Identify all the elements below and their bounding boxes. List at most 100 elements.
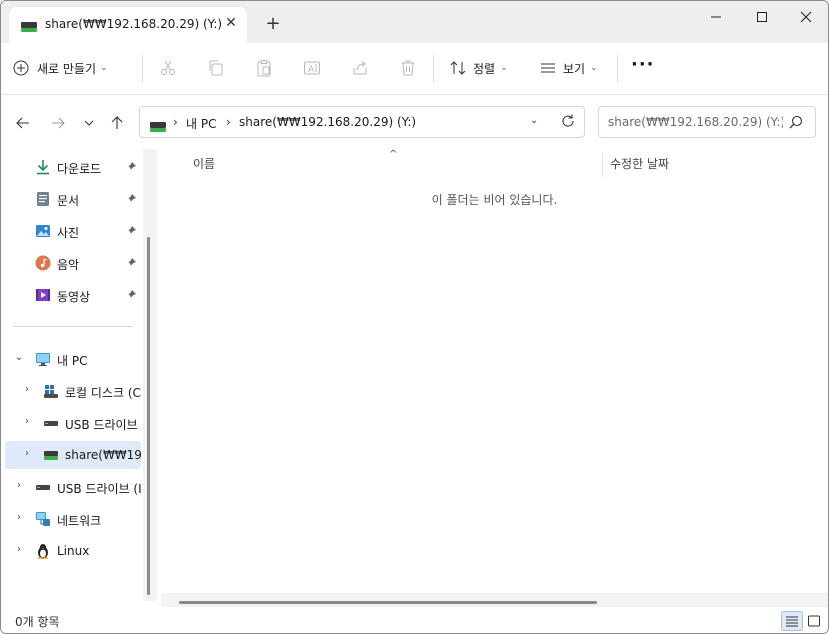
arrow-right-icon [52, 117, 65, 129]
file-list-pane[interactable]: ^ 이름 수정한 날짜 이 폴더는 비어 있습니다. [161, 149, 828, 607]
network-drive-icon [43, 447, 59, 463]
close-icon [800, 11, 812, 23]
minimize-icon [711, 16, 721, 18]
recent-locations-button[interactable] [79, 113, 99, 133]
trash-icon [401, 60, 415, 76]
address-bar[interactable]: › 내 PC › share(₩₩192.168.20.29) (Y:) ⌄ [139, 106, 585, 138]
usb-drive-icon [35, 479, 51, 495]
sidebar-item-label: Linux [57, 544, 90, 558]
music-icon [35, 255, 51, 271]
sidebar-item-label: 네트워크 [57, 514, 102, 528]
up-button[interactable] [107, 113, 127, 133]
sidebar-scrollbar-thumb[interactable] [147, 237, 150, 595]
download-icon [35, 159, 51, 175]
chevron-right-icon[interactable]: › [13, 544, 25, 555]
sidebar-item-network[interactable]: › 네트워크 [1, 505, 141, 533]
chevron-down-icon: ⌄ [500, 63, 508, 73]
breadcrumb-separator[interactable]: › [226, 115, 231, 129]
new-button[interactable]: 새로 만들기 ⌄ [13, 53, 108, 83]
file-explorer-window: share(₩₩192.168.20.29) (Y:) ✕ + 새로 만들기 ⌄ [0, 0, 829, 634]
usb-drive-icon [43, 415, 59, 431]
address-history-chevron-icon[interactable]: ⌄ [530, 115, 538, 126]
sort-icon [450, 61, 466, 75]
command-bar: 새로 만들기 ⌄ A 정렬 ⌄ 보기 ⌄ ··· [1, 43, 828, 95]
sidebar-item-share-drive[interactable]: › share(₩₩192.1 [5, 441, 141, 469]
item-count: 0개 항목 [15, 615, 60, 629]
arrow-up-icon [111, 116, 123, 129]
title-bar: share(₩₩192.168.20.29) (Y:) ✕ + [1, 1, 828, 43]
maximize-button[interactable] [739, 1, 785, 33]
chevron-right-icon[interactable]: › [13, 512, 25, 523]
rename-button[interactable]: A [301, 57, 323, 79]
chevron-down-icon: ⌄ [590, 63, 598, 73]
arrow-left-icon [16, 117, 29, 129]
sidebar-item-linux[interactable]: › Linux [1, 537, 141, 565]
sidebar-item-music[interactable]: 음악 [1, 249, 141, 277]
tab-label: share(₩₩192.168.20.29) (Y:) [45, 17, 223, 31]
sort-label: 정렬 [473, 61, 496, 76]
network-drive-icon [150, 121, 166, 135]
close-window-button[interactable] [783, 1, 828, 33]
sidebar-item-pictures[interactable]: 사진 [1, 217, 141, 245]
tab-close-icon[interactable]: ✕ [223, 15, 239, 31]
chevron-down-icon[interactable]: ⌄ [13, 352, 25, 363]
sidebar-item-label: 다운로드 [57, 162, 102, 176]
copy-button[interactable] [205, 57, 227, 79]
penguin-icon [35, 543, 51, 559]
network-drive-icon [21, 21, 37, 35]
monitor-icon [35, 351, 51, 367]
chevron-right-icon[interactable]: › [21, 416, 33, 427]
sidebar-item-this-pc[interactable]: ⌄ 내 PC [1, 345, 141, 373]
paste-button[interactable] [253, 57, 275, 79]
new-tab-button[interactable]: + [263, 14, 283, 34]
scissors-icon [161, 60, 175, 75]
delete-button[interactable] [397, 57, 419, 79]
picture-icon [35, 223, 51, 239]
clipboard-icon [257, 60, 271, 77]
share-button[interactable] [349, 57, 371, 79]
search-icon [789, 115, 803, 132]
details-view-button[interactable] [781, 611, 803, 631]
sidebar-item-label: USB 드라이브 [65, 418, 138, 432]
sidebar-item-local-disk-c[interactable]: › 로컬 디스크 (C [1, 377, 141, 405]
column-divider[interactable] [602, 153, 603, 177]
sidebar-item-label: share(₩₩192.1 [65, 448, 141, 462]
svg-text:A: A [308, 65, 315, 75]
search-input[interactable]: share(₩₩192.168.20.29) (Y:) ... [598, 106, 816, 138]
document-icon [35, 191, 51, 207]
video-icon [35, 287, 51, 303]
view-button[interactable]: 보기 ⌄ [539, 57, 598, 79]
column-header-name[interactable]: 이름 [193, 155, 215, 172]
pin-icon [125, 161, 137, 173]
sidebar-item-videos[interactable]: 동영상 [1, 281, 141, 309]
refresh-button[interactable] [560, 113, 578, 131]
sidebar-item-label: 동영상 [57, 290, 91, 304]
column-header-date-modified[interactable]: 수정한 날짜 [610, 155, 669, 172]
sidebar-item-downloads[interactable]: 다운로드 [1, 153, 141, 181]
minimize-button[interactable] [693, 1, 739, 33]
tiles-view-button[interactable] [803, 611, 825, 631]
tab-share-drive[interactable]: share(₩₩192.168.20.29) (Y:) ✕ [9, 7, 247, 43]
status-bar: 0개 항목 [1, 607, 828, 633]
sidebar-item-documents[interactable]: 문서 [1, 185, 141, 213]
sidebar-scrollbar-track[interactable] [143, 149, 157, 601]
horizontal-scrollbar-track[interactable] [161, 593, 828, 607]
sidebar-item-usb-drive[interactable]: › USB 드라이브 [1, 409, 141, 437]
cut-button[interactable] [157, 57, 179, 79]
back-button[interactable] [13, 113, 33, 133]
toolbar-divider [433, 55, 434, 83]
sidebar-item-usb-drive-2[interactable]: › USB 드라이브 (I [1, 473, 141, 501]
breadcrumb-separator[interactable]: › [173, 115, 178, 129]
new-button-label: 새로 만들기 [37, 61, 97, 76]
chevron-right-icon[interactable]: › [21, 448, 33, 459]
view-label: 보기 [563, 61, 586, 76]
sort-button[interactable]: 정렬 ⌄ [449, 57, 508, 79]
horizontal-scrollbar-thumb[interactable] [179, 601, 597, 604]
copy-icon [209, 60, 223, 76]
more-options-button[interactable]: ··· [631, 56, 654, 79]
breadcrumb-share-drive[interactable]: share(₩₩192.168.20.29) (Y:) [239, 115, 416, 129]
breadcrumb-this-pc[interactable]: 내 PC [186, 115, 216, 132]
forward-button[interactable] [48, 113, 68, 133]
chevron-right-icon[interactable]: › [13, 480, 25, 491]
chevron-right-icon[interactable]: › [21, 384, 33, 395]
